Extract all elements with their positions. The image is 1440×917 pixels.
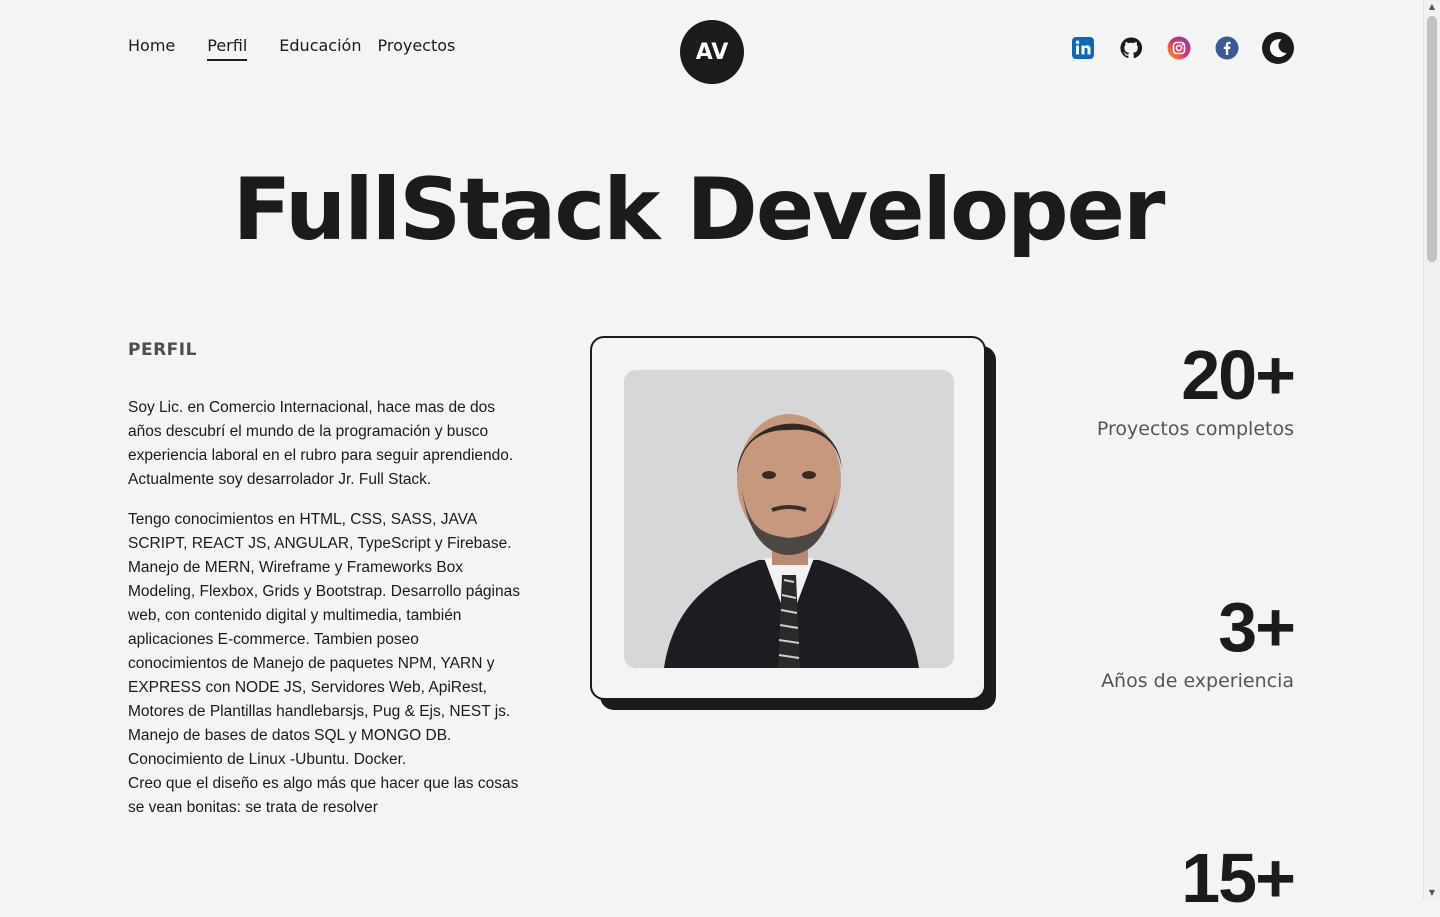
page-scrollbar[interactable]: ▲ ▼ bbox=[1423, 0, 1440, 900]
scroll-up-arrow[interactable]: ▲ bbox=[1424, 0, 1440, 14]
stat-projects-label: Proyectos completos bbox=[1096, 418, 1294, 440]
nav-proyectos[interactable]: Proyectos bbox=[377, 36, 455, 61]
hero-title: FullStack Developer bbox=[232, 160, 1166, 260]
stat-experience-value: 3+ bbox=[1218, 588, 1296, 666]
stat-projects: 20+ Proyectos completos bbox=[1096, 336, 1296, 440]
stat-projects-value: 20+ bbox=[1181, 336, 1296, 414]
stat-third-value: 15+ bbox=[1181, 839, 1296, 917]
logo-avatar[interactable]: AV bbox=[680, 20, 744, 84]
profile-paragraph-3: Creo que el diseño es algo más que hacer… bbox=[128, 775, 519, 816]
stat-experience-label: Años de experiencia bbox=[1101, 670, 1294, 692]
profile-text: Soy Lic. en Comercio Internacional, hace… bbox=[128, 396, 522, 836]
scroll-down-arrow[interactable]: ▼ bbox=[1424, 886, 1440, 900]
dark-mode-icon[interactable] bbox=[1262, 32, 1294, 64]
profile-photo-frame bbox=[590, 336, 986, 700]
profile-photo bbox=[624, 370, 954, 668]
nav-educacion[interactable]: Educación bbox=[279, 36, 361, 61]
facebook-icon[interactable] bbox=[1214, 35, 1240, 61]
scrollbar-thumb[interactable] bbox=[1427, 16, 1437, 262]
main-nav: Home Perfil Educación Proyectos bbox=[128, 36, 471, 61]
github-icon[interactable] bbox=[1118, 35, 1144, 61]
nav-perfil[interactable]: Perfil bbox=[207, 36, 248, 61]
stat-third: 15+ bbox=[1181, 839, 1296, 917]
stat-experience: 3+ Años de experiencia bbox=[1101, 588, 1296, 692]
profile-paragraph-1: Soy Lic. en Comercio Internacional, hace… bbox=[128, 399, 514, 488]
linkedin-icon[interactable] bbox=[1070, 35, 1096, 61]
profile-heading: PERFIL bbox=[128, 340, 197, 360]
instagram-icon[interactable] bbox=[1166, 35, 1192, 61]
social-links bbox=[1048, 32, 1294, 64]
profile-paragraph-2: Tengo conocimientos en HTML, CSS, SASS, … bbox=[128, 511, 520, 768]
nav-home[interactable]: Home bbox=[128, 36, 175, 61]
